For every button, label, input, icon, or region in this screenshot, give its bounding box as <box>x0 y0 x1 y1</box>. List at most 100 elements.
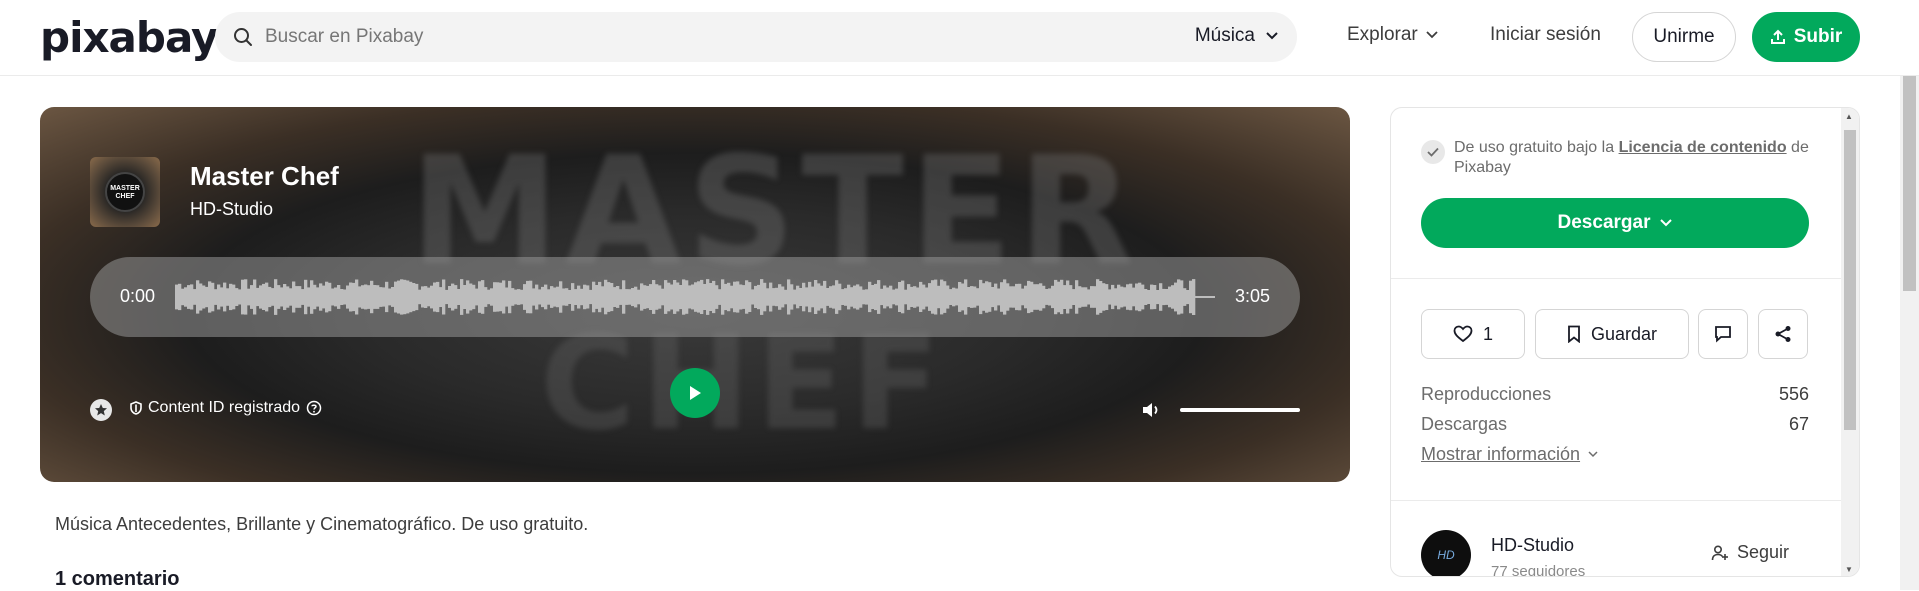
author-avatar[interactable]: HD <box>1421 530 1471 576</box>
waveform-sample <box>349 282 353 312</box>
follow-button[interactable]: Seguir <box>1711 542 1789 563</box>
waveform-sample <box>391 287 395 307</box>
waveform-sample <box>1093 286 1097 308</box>
waveform-sample <box>802 282 806 312</box>
scroll-up-arrow[interactable]: ▲ <box>1845 112 1853 121</box>
waveform-sample <box>406 280 410 314</box>
volume-icon[interactable] <box>1140 399 1162 421</box>
waveform-sample <box>1132 287 1136 307</box>
content-id-badge[interactable]: Content ID registrado <box>130 399 322 417</box>
waveform-sample <box>553 287 557 307</box>
waveform-sample <box>253 279 257 315</box>
waveform-sample <box>1054 279 1058 315</box>
login-link[interactable]: Iniciar sesión <box>1490 24 1601 46</box>
waveform-sample <box>1018 283 1022 311</box>
add-user-icon <box>1711 544 1728 560</box>
waveform-sample <box>619 289 623 305</box>
waveform[interactable] <box>175 275 1215 319</box>
waveform-sample <box>1105 284 1109 310</box>
waveform-sample <box>181 288 185 306</box>
waveform-sample <box>1003 279 1007 315</box>
waveform-sample <box>850 287 854 307</box>
waveform-sample <box>709 283 713 311</box>
favorite-button[interactable] <box>90 399 112 421</box>
show-info-link[interactable]: Mostrar información <box>1421 444 1598 465</box>
waveform-sample <box>1036 284 1040 310</box>
upload-button[interactable]: Subir <box>1752 12 1860 62</box>
waveform-sample <box>1177 279 1181 315</box>
comments-heading: 1 comentario <box>55 568 180 590</box>
waveform-sample <box>493 282 497 312</box>
waveform-sample <box>727 282 731 312</box>
audio-player: MASTER CHEF MASTER CHEF Master Chef HD-S… <box>40 107 1350 482</box>
scrollbar-thumb[interactable] <box>1903 76 1916 291</box>
check-icon <box>1421 140 1445 164</box>
waveform-sample <box>1024 285 1028 309</box>
waveform-sample <box>838 283 842 311</box>
waveform-sample <box>373 285 377 309</box>
author-name[interactable]: HD-Studio <box>1491 535 1574 556</box>
waveform-bar[interactable]: 0:00 3:05 <box>90 257 1300 337</box>
track-artist[interactable]: HD-Studio <box>190 199 273 220</box>
search-bar[interactable]: Música <box>215 12 1297 62</box>
waveform-sample <box>1075 280 1079 314</box>
heart-icon <box>1453 325 1473 343</box>
waveform-sample <box>859 286 863 308</box>
content-id-label: Content ID registrado <box>148 399 301 416</box>
chevron-down-icon <box>1426 31 1438 39</box>
waveform-sample <box>1171 285 1175 309</box>
waveform-sample <box>652 280 656 314</box>
waveform-sample <box>187 285 191 309</box>
waveform-sample <box>523 284 527 310</box>
join-button[interactable]: Unirme <box>1632 12 1736 62</box>
waveform-sample <box>1102 283 1106 311</box>
waveform-sample <box>502 280 506 314</box>
waveform-sample <box>694 282 698 312</box>
pixabay-logo[interactable]: pixabay <box>40 17 218 59</box>
explore-menu[interactable]: Explorar <box>1347 24 1438 46</box>
waveform-sample <box>871 285 875 309</box>
waveform-sample <box>466 280 470 314</box>
waveform-sample <box>973 286 977 308</box>
share-button[interactable] <box>1758 309 1808 359</box>
waveform-sample <box>487 289 491 305</box>
play-button[interactable] <box>670 368 720 418</box>
waveform-sample <box>646 285 650 309</box>
waveform-sample <box>238 289 242 305</box>
like-button[interactable]: 1 <box>1421 309 1525 359</box>
waveform-sample <box>433 282 437 312</box>
waveform-sample <box>184 287 188 307</box>
waveform-sample <box>532 288 536 306</box>
stat-row-downloads: Descargas 67 <box>1421 414 1809 435</box>
waveform-sample <box>544 284 548 310</box>
license-link[interactable]: Licencia de contenido <box>1619 139 1787 156</box>
waveform-sample <box>289 288 293 306</box>
waveform-sample <box>595 285 599 309</box>
volume-slider[interactable] <box>1180 408 1300 412</box>
download-button[interactable]: Descargar <box>1421 198 1809 248</box>
waveform-sample <box>508 280 512 314</box>
page-scrollbar[interactable] <box>1900 76 1919 590</box>
waveform-sample <box>514 289 518 305</box>
waveform-sample <box>778 284 782 310</box>
category-select[interactable]: Música <box>1195 25 1279 47</box>
waveform-sample <box>1090 286 1094 308</box>
save-button[interactable]: Guardar <box>1535 309 1689 359</box>
waveform-sample <box>769 282 773 312</box>
waveform-sample <box>985 281 989 313</box>
waveform-sample <box>1138 282 1142 312</box>
time-total: 3:05 <box>1234 286 1270 306</box>
help-icon[interactable] <box>306 400 322 416</box>
scrollbar-thumb[interactable] <box>1844 130 1856 430</box>
waveform-sample <box>430 285 434 309</box>
details-sidebar: De uso gratuito bajo la Licencia de cont… <box>1390 107 1860 577</box>
waveform-sample <box>235 288 239 306</box>
waveform-sample <box>703 284 707 310</box>
waveform-sample <box>1150 284 1154 310</box>
sidebar-scrollbar[interactable]: ▲ ▼ <box>1841 108 1859 576</box>
comment-button[interactable] <box>1698 309 1748 359</box>
waveform-sample <box>229 283 233 311</box>
scroll-down-arrow[interactable]: ▼ <box>1845 565 1853 574</box>
search-input[interactable] <box>265 12 1065 62</box>
waveform-sample <box>1063 285 1067 309</box>
